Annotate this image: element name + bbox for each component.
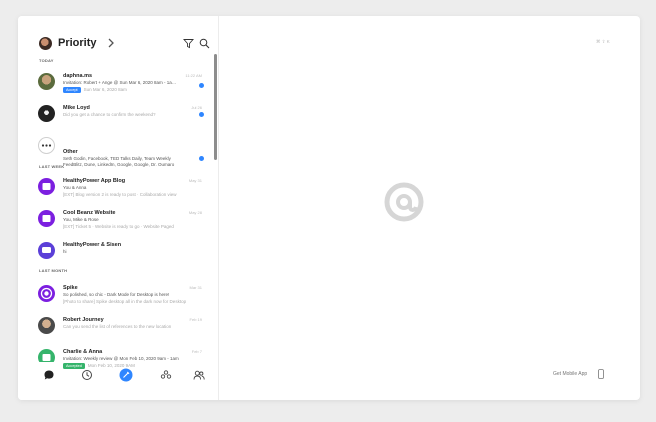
group-name: Other xyxy=(63,149,78,155)
spike-logo-icon xyxy=(40,287,53,300)
avatar xyxy=(38,242,55,259)
sidebar: Priority TODAY daphna.ms 11:22 AM Invita… xyxy=(18,16,219,400)
filter-icon[interactable] xyxy=(183,38,194,49)
bottom-nav: Accepted Mon Feb 10, 2020 9AM xyxy=(18,362,218,400)
avatar xyxy=(38,317,55,334)
section-label-today: TODAY xyxy=(39,58,54,63)
list-item[interactable]: Other Seth Godin, Facebook, TED Talks Da… xyxy=(18,135,214,167)
invite-date: Sun Mar 6, 2020 8am xyxy=(83,87,127,92)
message-preview: [EXT] Blog version 2 is ready to post · … xyxy=(63,192,177,197)
sidebar-scrollbar[interactable] xyxy=(214,54,217,160)
phone-icon[interactable] xyxy=(598,369,604,379)
group-icon xyxy=(42,183,51,190)
unread-dot xyxy=(199,156,204,161)
senders-list: Seth Godin, Facebook, TED Talks Daily, T… xyxy=(63,156,171,161)
group-name: Charlie & Anna xyxy=(63,349,103,355)
group-icon xyxy=(42,215,51,222)
avatar xyxy=(38,210,55,227)
app-window: Priority TODAY daphna.ms 11:22 AM Invita… xyxy=(18,16,640,400)
unread-dot xyxy=(199,112,204,117)
invite-meta: Accept Sun Mar 6, 2020 8am xyxy=(63,87,127,93)
more-icon xyxy=(41,144,52,147)
compose-icon[interactable] xyxy=(119,368,133,382)
avatar xyxy=(38,73,55,90)
message-preview: Did you get a chance to confirm the week… xyxy=(63,112,156,117)
message-snippet: [Photo to share] Spike desktop all in th… xyxy=(63,299,187,304)
sidebar-header: Priority xyxy=(18,16,218,54)
list-item[interactable]: daphna.ms 11:22 AM Invitation: Robert + … xyxy=(18,71,214,103)
group-name: HealthyPower App Blog xyxy=(63,178,126,184)
timestamp: Feb 19 xyxy=(189,317,202,322)
priority-title[interactable]: Priority xyxy=(58,37,97,49)
list-item[interactable]: Mike Loyd Jul 26 Did you get a chance to… xyxy=(18,103,214,135)
sender-name: Spike xyxy=(63,285,78,291)
sender-name: Robert Journey xyxy=(63,317,104,323)
get-mobile-app-link[interactable]: Get Mobile App xyxy=(553,371,587,377)
group-name: Cool Beanz Website xyxy=(63,210,116,216)
spike-avatar xyxy=(38,285,55,302)
section-label-last-month: LAST MONTH xyxy=(39,268,68,273)
sender-name: daphna.ms xyxy=(63,73,93,79)
list-item[interactable]: Robert Journey Feb 19 Can you send the l… xyxy=(18,315,214,347)
message-preview: [EXT] Ticket 5 · Website is ready to go … xyxy=(63,224,174,229)
shortcut-hint: ⌘ ⇧ K xyxy=(596,39,610,44)
rsvp-badge[interactable]: Accept xyxy=(63,87,81,93)
unread-dot xyxy=(199,83,204,88)
chat-icon xyxy=(42,247,51,253)
list-item[interactable]: Cool Beanz Website May 28 You, Mike & Ro… xyxy=(18,208,214,240)
avatar xyxy=(38,105,55,122)
participants: You, Mike & Rose xyxy=(63,217,99,222)
group-name: HealthyPower & Sisen xyxy=(63,242,122,248)
timestamp: May 28 xyxy=(188,210,202,215)
timestamp: 11:22 AM xyxy=(185,73,202,78)
search-icon[interactable] xyxy=(199,38,210,49)
spike-logo-icon xyxy=(384,182,424,222)
timestamp: May 31 xyxy=(188,178,202,183)
message-preview: Can you send the list of references to t… xyxy=(63,324,172,329)
senders-list-2: FeedBlitz, Dune, LinkedIn, Google, Googl… xyxy=(63,162,175,167)
sender-name: Mike Loyd xyxy=(63,105,90,111)
chevron-right-icon[interactable] xyxy=(107,38,115,48)
other-avatar xyxy=(38,137,55,154)
message-preview: Invitation: Weekly review @ Mon Feb 10, … xyxy=(63,356,179,361)
timestamp: Mar 31 xyxy=(189,285,202,290)
chat-bubble-icon[interactable] xyxy=(43,369,55,381)
message-preview: So polished, so chic - Dark Mode for Des… xyxy=(63,292,170,297)
avatar xyxy=(38,178,55,195)
clock-icon[interactable] xyxy=(81,369,93,381)
groups-icon[interactable] xyxy=(160,369,172,381)
contacts-icon[interactable] xyxy=(193,369,205,381)
list-item[interactable]: Spike Mar 31 So polished, so chic - Dark… xyxy=(18,283,214,315)
participants: You & Anna xyxy=(63,185,87,190)
section-label-last-week: LAST WEEK xyxy=(39,164,65,169)
message-preview: Invitation: Robert + Ange @ Sun Mar 6, 2… xyxy=(63,80,177,85)
timestamp: Jul 26 xyxy=(191,105,202,110)
message-preview: hi xyxy=(63,249,67,254)
timestamp: Feb 7 xyxy=(191,349,202,354)
avatar[interactable] xyxy=(39,37,52,50)
list-item[interactable]: HealthyPower App Blog May 31 You & Anna … xyxy=(18,176,214,208)
